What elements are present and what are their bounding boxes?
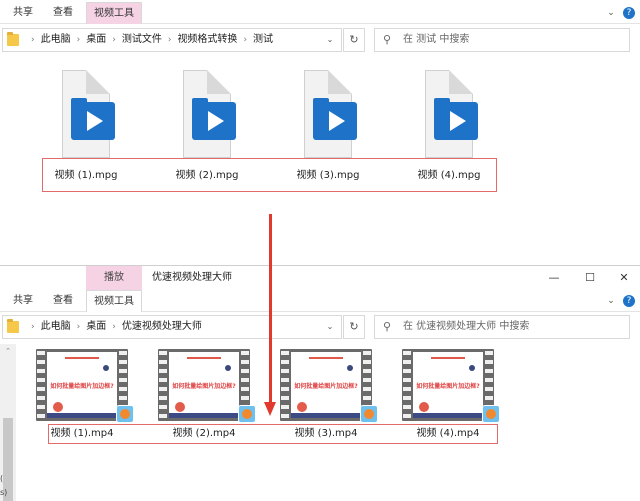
thumbnail-frame: 如何批量给图片加边框? bbox=[291, 352, 361, 418]
refresh-button[interactable]: ↻ bbox=[343, 315, 365, 339]
player-app-icon bbox=[116, 405, 134, 423]
search-input[interactable]: 在 优速视频处理大师 中搜索 bbox=[403, 316, 529, 338]
file-list: 视频 (1).mpg 视频 (2).mpg 视频 (3).mpg 视频 (4).… bbox=[0, 58, 640, 262]
film-strip-icon: 如何批量给图片加边框? bbox=[280, 349, 372, 421]
help-icon[interactable]: ? bbox=[623, 295, 635, 307]
chevron-right-icon: › bbox=[112, 322, 116, 332]
breadcrumb-desktop[interactable]: 桌面 bbox=[86, 34, 106, 45]
tab-share[interactable]: 共享 bbox=[6, 2, 40, 24]
breadcrumb-youshu[interactable]: 优速视频处理大师 bbox=[122, 321, 202, 332]
expand-ribbon-icon[interactable]: ⌄ bbox=[604, 294, 618, 308]
down-arrow-icon bbox=[264, 402, 276, 416]
chevron-right-icon: › bbox=[243, 35, 248, 45]
chevron-right-icon: › bbox=[112, 35, 116, 45]
search-icon: ⚲ bbox=[383, 33, 392, 46]
tab-video-tools[interactable]: 视频工具 bbox=[86, 290, 142, 312]
navigation-pane: ⌃ ( s) bbox=[0, 344, 20, 501]
scroll-up-icon[interactable]: ⌃ bbox=[0, 344, 16, 358]
tab-share[interactable]: 共享 bbox=[6, 290, 40, 312]
chevron-right-icon: › bbox=[76, 322, 81, 332]
thumbnail-frame: 如何批量给图片加边框? bbox=[413, 352, 483, 418]
video-thumbnail[interactable]: 如何批量给图片加边框? bbox=[402, 349, 500, 423]
title-bar: 播放 优速视频处理大师 — ☐ ✕ bbox=[0, 266, 640, 290]
folder-icon bbox=[7, 32, 19, 46]
chevron-right-icon: › bbox=[76, 35, 81, 45]
video-file-icon bbox=[71, 98, 115, 140]
thumbnail-frame: 如何批量给图片加边框? bbox=[169, 352, 239, 418]
address-dropdown-icon[interactable]: ⌄ bbox=[323, 29, 337, 51]
search-box[interactable]: ⚲ 在 优速视频处理大师 中搜索 bbox=[374, 315, 630, 339]
address-row: › 此电脑 › 桌面 › 优速视频处理大师 ⌄ ↻ ⚲ 在 优速视频处理大师 中搜索 bbox=[0, 312, 640, 342]
ribbon-tabs: 共享 查看 视频工具 ⌄ ? bbox=[0, 2, 640, 24]
breadcrumb-desktop[interactable]: 桌面 bbox=[86, 321, 106, 332]
breadcrumb-this-pc[interactable]: 此电脑 bbox=[41, 321, 71, 332]
maximize-button[interactable]: ☐ bbox=[576, 266, 604, 290]
video-thumbnail[interactable]: 如何批量给图片加边框? bbox=[158, 349, 256, 423]
film-strip-icon: 如何批量给图片加边框? bbox=[36, 349, 128, 421]
nav-text-fragment: s) bbox=[0, 488, 8, 497]
ribbon-tabs: 共享 查看 视频工具 ⌄ ? bbox=[0, 290, 640, 312]
document-icon bbox=[425, 70, 478, 158]
document-icon bbox=[304, 70, 357, 158]
down-arrow-line bbox=[269, 214, 272, 404]
breadcrumb-test-files[interactable]: 测试文件 bbox=[122, 34, 162, 45]
address-row: › 此电脑 › 桌面 › 测试文件 › 视频格式转换 › 测试 ⌄ ↻ ⚲ 在 测试 中搜索 bbox=[0, 25, 640, 55]
video-file-icon bbox=[313, 98, 357, 140]
window-title: 优速视频处理大师 bbox=[152, 272, 232, 283]
breadcrumb-test[interactable]: 测试 bbox=[253, 34, 273, 45]
address-bar[interactable]: › 此电脑 › 桌面 › 测试文件 › 视频格式转换 › 测试 ⌄ bbox=[2, 28, 342, 52]
player-app-icon bbox=[238, 405, 256, 423]
explorer-window-youshu: 播放 优速视频处理大师 — ☐ ✕ 共享 查看 视频工具 ⌄ ? › 此电脑 › 桌面… bbox=[0, 265, 640, 501]
tab-view[interactable]: 查看 bbox=[46, 290, 80, 312]
breadcrumb-video-format-convert[interactable]: 视频格式转换 bbox=[177, 34, 237, 45]
video-file-icon bbox=[192, 98, 236, 140]
video-file-icon bbox=[434, 98, 478, 140]
address-bar[interactable]: › 此电脑 › 桌面 › 优速视频处理大师 ⌄ bbox=[2, 315, 342, 339]
search-icon: ⚲ bbox=[383, 320, 392, 333]
folder-icon bbox=[7, 319, 19, 333]
thumbnail-headline: 如何批量给图片加边框? bbox=[172, 383, 236, 390]
document-icon bbox=[62, 70, 115, 158]
help-icon[interactable]: ? bbox=[623, 7, 635, 19]
expand-ribbon-icon[interactable]: ⌄ bbox=[604, 6, 618, 20]
nav-text-fragment: ( bbox=[0, 474, 4, 483]
thumbnail-headline: 如何批量给图片加边框? bbox=[416, 383, 480, 390]
thumbnail-headline: 如何批量给图片加边框? bbox=[294, 383, 358, 390]
player-app-icon bbox=[360, 405, 378, 423]
refresh-button[interactable]: ↻ bbox=[343, 28, 365, 52]
document-icon bbox=[183, 70, 236, 158]
thumbnail-frame: 如何批量给图片加边框? bbox=[47, 352, 117, 418]
breadcrumb-this-pc[interactable]: 此电脑 bbox=[41, 34, 71, 45]
minimize-button[interactable]: — bbox=[540, 266, 568, 290]
chevron-right-icon: › bbox=[167, 35, 172, 45]
tab-play[interactable]: 播放 bbox=[86, 266, 142, 290]
video-thumbnail[interactable]: 如何批量给图片加边框? bbox=[36, 349, 134, 423]
tab-video-tools[interactable]: 视频工具 bbox=[86, 2, 142, 24]
search-box[interactable]: ⚲ 在 测试 中搜索 bbox=[374, 28, 630, 52]
chevron-right-icon: › bbox=[31, 322, 35, 332]
video-thumbnail[interactable]: 如何批量给图片加边框? bbox=[280, 349, 378, 423]
tab-view[interactable]: 查看 bbox=[46, 2, 80, 24]
close-button[interactable]: ✕ bbox=[610, 266, 638, 290]
film-strip-icon: 如何批量给图片加边框? bbox=[402, 349, 494, 421]
player-app-icon bbox=[482, 405, 500, 423]
explorer-window-test: 共享 查看 视频工具 ⌄ ? › 此电脑 › 桌面 › 测试文件 › 视频格式转换 › 测试 ⌄ … bbox=[0, 0, 640, 262]
thumbnail-headline: 如何批量给图片加边框? bbox=[50, 383, 114, 390]
breadcrumb: › 此电脑 › 桌面 › 优速视频处理大师 bbox=[25, 316, 202, 338]
address-dropdown-icon[interactable]: ⌄ bbox=[323, 316, 337, 338]
highlight-box bbox=[42, 158, 497, 192]
file-list: 如何批量给图片加边框? 视频 (1).mp4 如何批量给图片加边框? 视频 (2… bbox=[22, 344, 640, 501]
chevron-right-icon: › bbox=[31, 35, 35, 45]
highlight-box bbox=[48, 424, 498, 444]
breadcrumb: › 此电脑 › 桌面 › 测试文件 › 视频格式转换 › 测试 bbox=[25, 29, 273, 51]
film-strip-icon: 如何批量给图片加边框? bbox=[158, 349, 250, 421]
search-input[interactable]: 在 测试 中搜索 bbox=[403, 29, 469, 51]
